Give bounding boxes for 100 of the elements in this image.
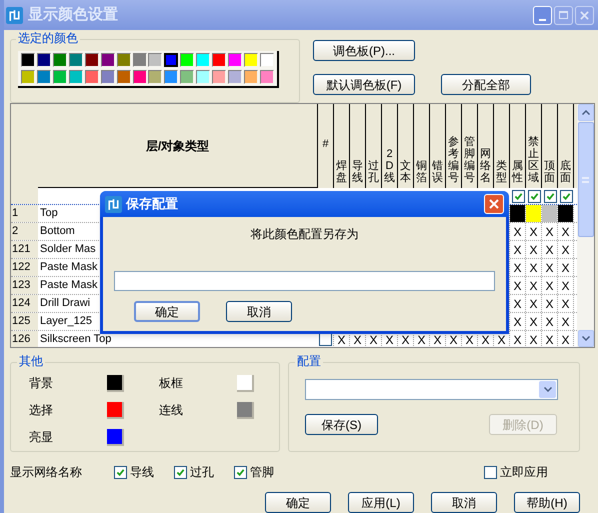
chevron-down-icon bbox=[582, 336, 590, 341]
color-swatch[interactable] bbox=[132, 70, 147, 84]
checkbox[interactable] bbox=[528, 190, 540, 202]
color-swatch[interactable] bbox=[68, 53, 83, 68]
color-swatch[interactable] bbox=[148, 70, 162, 84]
color-swatch[interactable] bbox=[52, 70, 67, 84]
color-swatch[interactable] bbox=[148, 53, 162, 68]
color-swatch[interactable] bbox=[107, 402, 124, 418]
checkbox[interactable] bbox=[234, 466, 247, 478]
column-header: 顶面 bbox=[544, 160, 555, 184]
color-swatch[interactable] bbox=[180, 53, 194, 68]
table-cell-text: X bbox=[545, 242, 554, 258]
color-swatch[interactable] bbox=[68, 70, 83, 84]
color-swatch[interactable] bbox=[20, 53, 35, 68]
checkbox[interactable] bbox=[544, 190, 556, 202]
maximize-button[interactable] bbox=[554, 6, 573, 24]
color-cell[interactable] bbox=[558, 205, 573, 222]
table-cell-text: X bbox=[529, 260, 538, 276]
color-swatch[interactable] bbox=[84, 53, 99, 68]
color-swatch[interactable] bbox=[244, 53, 258, 68]
color-swatch[interactable] bbox=[52, 53, 67, 68]
color-swatch[interactable] bbox=[132, 53, 147, 68]
color-swatch[interactable] bbox=[100, 70, 115, 84]
layer-name: Paste Mask bbox=[40, 260, 98, 276]
color-swatch[interactable] bbox=[237, 402, 254, 418]
button[interactable]: 保存(S) bbox=[305, 414, 378, 435]
color-swatch[interactable] bbox=[228, 53, 242, 68]
minimize-button[interactable] bbox=[533, 6, 552, 24]
layer-name: Solder Mas bbox=[40, 242, 96, 258]
chevron-down-icon bbox=[544, 387, 552, 392]
layer-name: Paste Mask bbox=[40, 278, 98, 294]
button[interactable]: 分配全部 bbox=[441, 74, 531, 95]
layer-name: Layer_125 bbox=[40, 314, 92, 330]
color-swatch[interactable] bbox=[260, 53, 274, 68]
scroll-down-button[interactable] bbox=[578, 330, 594, 347]
color-swatch[interactable] bbox=[84, 70, 99, 84]
color-cell[interactable] bbox=[526, 205, 541, 222]
color-cell[interactable] bbox=[510, 205, 525, 222]
color-swatch[interactable] bbox=[237, 374, 254, 392]
column-header: 网络名 bbox=[480, 148, 491, 184]
table-cell-text: X bbox=[465, 332, 474, 347]
close-button[interactable] bbox=[575, 6, 594, 24]
color-swatch[interactable] bbox=[100, 53, 115, 68]
checkbox[interactable] bbox=[114, 466, 127, 478]
column-header: 管脚编号 bbox=[464, 136, 475, 184]
layer-name: Top bbox=[40, 206, 58, 222]
color-swatch[interactable] bbox=[164, 70, 178, 84]
color-swatch[interactable] bbox=[20, 70, 35, 84]
button[interactable]: 应用(L) bbox=[348, 492, 414, 513]
column-header: 过孔 bbox=[368, 160, 379, 184]
table-cell-text: X bbox=[529, 278, 538, 294]
scrollbar[interactable] bbox=[577, 104, 594, 347]
button[interactable]: 帮助(H) bbox=[514, 492, 580, 513]
column-header: 属性 bbox=[512, 160, 523, 184]
table-cell-text: X bbox=[529, 224, 538, 240]
table-cell-text: X bbox=[561, 278, 570, 294]
checkbox[interactable] bbox=[174, 466, 187, 478]
name-input[interactable] bbox=[114, 271, 495, 291]
column-header: 铜箔 bbox=[416, 160, 427, 184]
button[interactable]: 调色板(P)... bbox=[313, 40, 415, 61]
column-header: 焊盘 bbox=[336, 160, 347, 184]
table-cell-text: X bbox=[561, 332, 570, 347]
color-label: 连线 bbox=[159, 402, 184, 419]
scroll-up-button[interactable] bbox=[578, 104, 594, 121]
button[interactable]: 取消 bbox=[226, 301, 292, 322]
checkbox[interactable] bbox=[319, 333, 332, 346]
scrollbar-thumb[interactable] bbox=[578, 122, 594, 237]
color-swatch[interactable] bbox=[107, 374, 124, 392]
color-swatch[interactable] bbox=[180, 70, 194, 84]
color-swatch[interactable] bbox=[260, 70, 274, 84]
color-swatch[interactable] bbox=[36, 53, 51, 68]
button[interactable]: 确定 bbox=[265, 492, 331, 513]
checkbox[interactable] bbox=[512, 190, 524, 202]
color-swatch[interactable] bbox=[164, 53, 178, 68]
checkbox-label: 导线 bbox=[130, 464, 154, 481]
table-cell-text: X bbox=[513, 314, 522, 330]
table-cell-text: X bbox=[545, 224, 554, 240]
button[interactable]: 确定 bbox=[134, 301, 200, 322]
table-cell-text: X bbox=[449, 332, 458, 347]
table-cell-text: X bbox=[513, 242, 522, 258]
color-swatch[interactable] bbox=[196, 53, 210, 68]
color-swatch[interactable] bbox=[36, 70, 51, 84]
color-swatch[interactable] bbox=[116, 53, 131, 68]
button[interactable]: 取消 bbox=[431, 492, 497, 513]
color-swatch[interactable] bbox=[116, 70, 131, 84]
app-icon bbox=[105, 196, 122, 212]
table-cell-text: X bbox=[561, 242, 570, 258]
color-swatch[interactable] bbox=[107, 428, 124, 446]
color-swatch[interactable] bbox=[244, 70, 258, 84]
button[interactable]: 默认调色板(F) bbox=[313, 74, 415, 95]
color-swatch[interactable] bbox=[212, 53, 226, 68]
checkbox[interactable] bbox=[560, 190, 572, 202]
color-swatch[interactable] bbox=[196, 70, 210, 84]
color-swatch[interactable] bbox=[212, 70, 226, 84]
color-swatch[interactable] bbox=[228, 70, 242, 84]
table-cell-text: X bbox=[481, 332, 490, 347]
column-header: 禁止区域 bbox=[528, 136, 539, 184]
color-cell[interactable] bbox=[542, 205, 557, 222]
checkbox[interactable] bbox=[484, 466, 497, 478]
config-dropdown[interactable] bbox=[305, 379, 558, 400]
